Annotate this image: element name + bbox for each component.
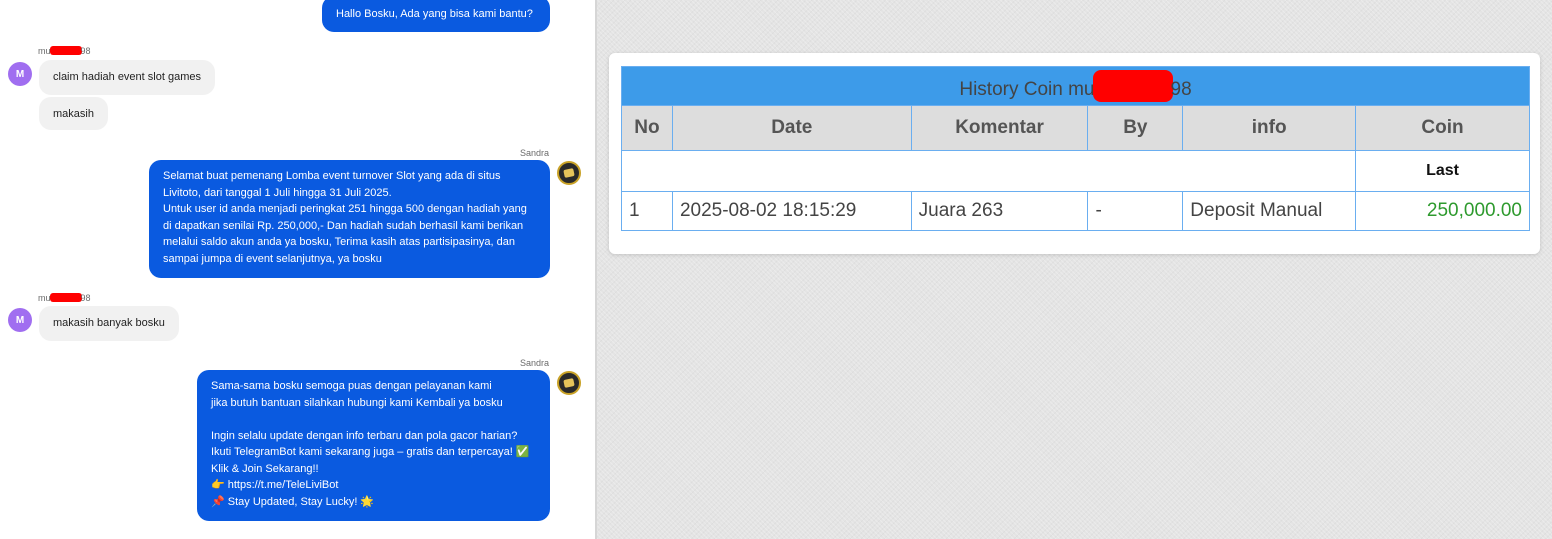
user-name-suffix: 98 bbox=[80, 293, 91, 303]
redaction-mark bbox=[49, 293, 82, 302]
message-text: Hallo Bosku, Ada yang bisa kami bantu? bbox=[336, 8, 533, 20]
column-header-info: info bbox=[1182, 105, 1357, 151]
user-message-bubble: makasih bbox=[39, 97, 108, 130]
agent-name-label: Sandra bbox=[520, 148, 550, 158]
message-text: claim hadiah event slot games bbox=[53, 71, 201, 83]
last-label: Last bbox=[1355, 150, 1530, 192]
last-row: Last bbox=[620, 150, 1530, 192]
agent-avatar-icon bbox=[557, 371, 581, 395]
avatar-initial: M bbox=[15, 314, 25, 326]
cell-date: 2025-08-02 18:15:29 bbox=[671, 191, 912, 231]
empty-cell bbox=[620, 150, 1357, 192]
agent-name-label: Sandra bbox=[520, 358, 550, 368]
history-title-suffix: 98 bbox=[1170, 79, 1192, 100]
agent-message-bubble: Selamat buat pemenang Lomba event turnov… bbox=[149, 160, 550, 278]
column-header-komentar: Komentar bbox=[910, 105, 1089, 151]
user-avatar: M bbox=[8, 62, 32, 86]
message-line: melalui saldo akun anda ya bosku, Terima… bbox=[163, 236, 515, 248]
cell-info: Deposit Manual bbox=[1182, 191, 1357, 231]
message-line: di dapatkan senilai Rp. 250,000,- Dan ha… bbox=[163, 219, 524, 232]
chat-panel: Hallo Bosku, Ada yang bisa kami bantu? m… bbox=[0, 0, 595, 539]
message-line: sampai jumpa di event selanjutnya, ya bo… bbox=[163, 252, 382, 265]
user-name-label: mu 98 bbox=[38, 293, 91, 303]
history-card: History Coin mu 98 No Date Komentar By in… bbox=[609, 53, 1540, 254]
agent-message-bubble: Hallo Bosku, Ada yang bisa kami bantu? bbox=[322, 0, 550, 32]
message-text: makasih banyak bosku bbox=[53, 317, 165, 329]
cell-by: - bbox=[1087, 191, 1184, 231]
table-header-row: No Date Komentar By info Coin bbox=[621, 105, 1530, 151]
column-header-by: By bbox=[1087, 105, 1184, 151]
cell-coin: 250,000.00 bbox=[1355, 191, 1530, 231]
user-name-label: mu 98 bbox=[38, 46, 91, 56]
avatar-initial: M bbox=[15, 68, 25, 80]
column-header-date: Date bbox=[671, 105, 912, 151]
message-line: 📌 Stay Updated, Stay Lucky! 🌟 bbox=[211, 495, 375, 508]
message-line: Sama-sama bosku semoga puas dengan pelay… bbox=[211, 380, 492, 392]
user-message-bubble: claim hadiah event slot games bbox=[39, 60, 215, 95]
message-line: Ingin selalu update dengan info terbaru … bbox=[211, 429, 518, 442]
history-title: History Coin mu 98 bbox=[621, 66, 1530, 106]
column-header-no: No bbox=[621, 105, 673, 151]
user-name-prefix: mu bbox=[38, 46, 51, 56]
agent-message-bubble: Sama-sama bosku semoga puas dengan pelay… bbox=[197, 370, 550, 521]
message-line bbox=[211, 411, 536, 428]
history-panel: History Coin mu 98 No Date Komentar By in… bbox=[597, 0, 1552, 539]
column-header-coin: Coin bbox=[1355, 105, 1530, 151]
message-line: Ikuti TelegramBot kami sekarang juga – g… bbox=[211, 446, 530, 458]
telegram-link[interactable]: 👉 https://t.me/TeleLiviBot bbox=[211, 477, 536, 494]
message-line: Livitoto, dari tanggal 1 Juli hingga 31 … bbox=[163, 186, 392, 199]
message-line: Untuk user id anda menjadi peringkat 251… bbox=[163, 203, 527, 215]
cell-komentar: Juara 263 bbox=[910, 191, 1089, 231]
agent-avatar-icon bbox=[557, 161, 581, 185]
message-line: Selamat buat pemenang Lomba event turnov… bbox=[163, 170, 501, 182]
user-avatar: M bbox=[8, 308, 32, 332]
history-title-prefix: History Coin mu bbox=[959, 79, 1095, 100]
user-message-bubble: makasih banyak bosku bbox=[39, 306, 179, 341]
user-name-suffix: 98 bbox=[80, 46, 91, 56]
table-row: 1 2025-08-02 18:15:29 Juara 263 - Deposi… bbox=[621, 191, 1530, 231]
redaction-mark bbox=[49, 46, 82, 55]
cell-no: 1 bbox=[621, 191, 673, 231]
user-name-prefix: mu bbox=[38, 293, 51, 303]
message-text: makasih bbox=[53, 108, 94, 120]
redaction-mark bbox=[1092, 70, 1173, 102]
message-line: Klik & Join Sekarang!! bbox=[211, 462, 319, 475]
history-coin-table: History Coin mu 98 No Date Komentar By in… bbox=[620, 66, 1530, 231]
message-line: jika butuh bantuan silahkan hubungi kami… bbox=[211, 396, 503, 409]
